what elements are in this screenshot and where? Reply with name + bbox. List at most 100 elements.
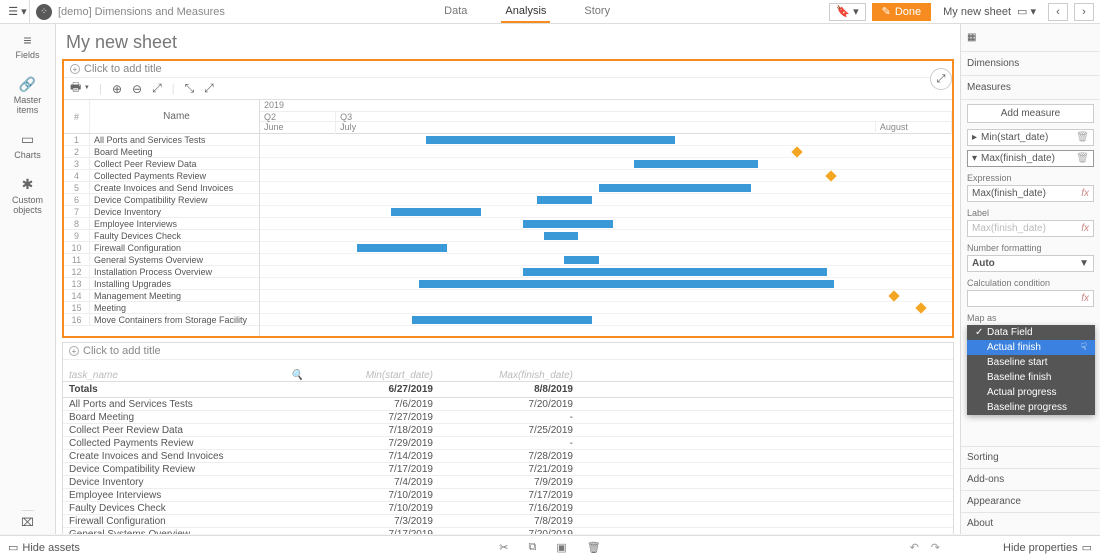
mapas-option-baseline-finish[interactable]: Baseline finish <box>967 370 1095 385</box>
assets-charts[interactable]: ▭Charts <box>0 123 55 168</box>
table-row[interactable]: Faulty Devices Check7/10/20197/16/2019 <box>63 502 953 515</box>
sorting-section[interactable]: Sorting <box>961 446 1100 468</box>
table-row[interactable]: Create Invoices and Send Invoices7/14/20… <box>63 450 953 463</box>
tab-story[interactable]: Story <box>580 1 614 23</box>
gantt-row[interactable]: 10Firewall Configuration <box>64 242 259 254</box>
delete-icon[interactable]: 🗑 <box>1076 153 1089 164</box>
fx-icon[interactable]: fx <box>1081 293 1089 304</box>
undo-icon[interactable]: ↶ <box>910 541 919 554</box>
table-row[interactable]: General Systems Overview7/17/20197/20/20… <box>63 528 953 534</box>
gantt-row[interactable]: 16Move Containers from Storage Facility <box>64 314 259 326</box>
redo-icon[interactable]: ↷ <box>931 541 940 554</box>
add-measure-button[interactable]: Add measure <box>967 104 1094 123</box>
done-button[interactable]: ✎ Done <box>872 3 932 21</box>
gantt-bar[interactable] <box>537 196 592 204</box>
mapas-option-actual-finish[interactable]: Actual finish☟ <box>967 340 1095 355</box>
milestone-diamond-icon[interactable] <box>826 170 837 181</box>
gantt-chart-object[interactable]: + Click to add title 🖶 ▾ | ⊕ ⊖ ⤢ | ⤡ ⤢ #… <box>62 59 954 338</box>
assets-fields[interactable]: ≡Fields <box>0 24 55 68</box>
print-icon[interactable]: 🖶 ▾ <box>70 78 89 99</box>
gantt-bar[interactable] <box>523 268 827 276</box>
gantt-row[interactable]: 1All Ports and Services Tests <box>64 134 259 146</box>
gantt-row[interactable]: 12Installation Process Overview <box>64 266 259 278</box>
table-row[interactable]: Employee Interviews7/10/20197/17/2019 <box>63 489 953 502</box>
gantt-row[interactable]: 11General Systems Overview <box>64 254 259 266</box>
paste-icon[interactable]: ▣ <box>556 541 566 554</box>
zoom-in-icon[interactable]: ⊕ <box>112 82 122 96</box>
measure-field-min[interactable]: ▸ Min(start_date)🗑 <box>967 129 1094 146</box>
table-col-task[interactable]: task_name <box>69 370 118 381</box>
gantt-row[interactable]: 14Management Meeting <box>64 290 259 302</box>
mapas-option-actual-progress[interactable]: Actual progress <box>967 385 1095 400</box>
measure-field-max[interactable]: ▾ Max(finish_date)🗑 <box>967 150 1094 167</box>
gantt-bar[interactable] <box>412 316 592 324</box>
table-row[interactable]: Device Compatibility Review7/17/20197/21… <box>63 463 953 476</box>
calc-input[interactable]: fx <box>967 290 1094 307</box>
table-col-max[interactable]: Max(finish_date) <box>443 370 583 381</box>
table-col-min[interactable]: Min(start_date) <box>303 370 443 381</box>
gantt-bar[interactable] <box>357 244 447 252</box>
fx-icon[interactable]: fx <box>1081 223 1089 234</box>
mapas-dropdown[interactable]: ✓Data FieldActual finish☟Baseline startB… <box>967 325 1095 415</box>
collapse-icon[interactable]: ⤢ <box>204 81 214 96</box>
sheet-title[interactable]: My new sheet <box>62 30 954 59</box>
app-icon[interactable]: ⁘ <box>36 4 52 20</box>
gantt-bar[interactable] <box>564 256 599 264</box>
milestone-diamond-icon[interactable] <box>916 302 927 313</box>
dimensions-section[interactable]: Dimensions <box>961 52 1100 76</box>
fullscreen-icon[interactable]: ⤢ <box>930 68 952 90</box>
zoom-out-icon[interactable]: ⊖ <box>132 82 142 96</box>
cut-icon[interactable]: ✂ <box>499 541 508 554</box>
gantt-row[interactable]: 9Faulty Devices Check <box>64 230 259 242</box>
tab-analysis[interactable]: Analysis <box>501 1 550 23</box>
gantt-row[interactable]: 2Board Meeting <box>64 146 259 158</box>
expand-icon[interactable]: ⤡ <box>185 81 195 96</box>
bookmark-button[interactable]: 🔖 ▾ <box>829 3 865 21</box>
table-row[interactable]: Board Meeting7/27/2019- <box>63 411 953 424</box>
chart-title-input[interactable]: + Click to add title <box>64 61 952 78</box>
gantt-row[interactable]: 3Collect Peer Review Data <box>64 158 259 170</box>
gantt-row[interactable]: 13Installing Upgrades <box>64 278 259 290</box>
gantt-bar[interactable] <box>599 184 751 192</box>
delete-icon[interactable]: 🗑 <box>1076 132 1089 143</box>
tab-data[interactable]: Data <box>440 1 471 23</box>
gantt-row[interactable]: 15Meeting <box>64 302 259 314</box>
assets-custom-objects[interactable]: ✱Custom objects <box>0 168 55 223</box>
fx-icon[interactable]: fx <box>1081 188 1089 199</box>
table-row[interactable]: Firewall Configuration7/3/20197/8/2019 <box>63 515 953 528</box>
variables-icon[interactable]: ⌧ <box>21 510 34 534</box>
delete-icon[interactable]: 🗑 <box>587 541 601 554</box>
table-row[interactable]: Device Inventory7/4/20197/9/2019 <box>63 476 953 489</box>
gantt-bar[interactable] <box>544 232 579 240</box>
next-sheet-button[interactable]: › <box>1074 3 1094 21</box>
expression-input[interactable]: Max(finish_date)fx <box>967 185 1094 202</box>
zoom-fit-icon[interactable]: ⤢ <box>152 81 162 96</box>
gantt-row[interactable]: 7Device Inventory <box>64 206 259 218</box>
hamburger-menu[interactable]: ☰ ▾ <box>6 0 30 24</box>
table-row[interactable]: Collect Peer Review Data7/18/20197/25/20… <box>63 424 953 437</box>
table-title-input[interactable]: + Click to add title <box>63 343 953 360</box>
numfmt-select[interactable]: Auto▼ <box>967 255 1094 272</box>
gantt-bar[interactable] <box>391 208 481 216</box>
gantt-bar[interactable] <box>419 280 834 288</box>
search-icon[interactable]: 🔍 <box>291 370 303 381</box>
sheet-selector[interactable]: My new sheet ▭ ▾ <box>937 5 1042 18</box>
gantt-bar[interactable] <box>523 220 613 228</box>
milestone-diamond-icon[interactable] <box>791 146 802 157</box>
addons-section[interactable]: Add-ons <box>961 468 1100 490</box>
hide-properties-button[interactable]: Hide properties ▭ <box>995 541 1100 554</box>
mapas-option-baseline-start[interactable]: Baseline start <box>967 355 1095 370</box>
label-input[interactable]: Max(finish_date)fx <box>967 220 1094 237</box>
measures-section[interactable]: Measures <box>961 76 1100 100</box>
assets-master-items[interactable]: 🔗Master items <box>0 68 55 123</box>
appearance-section[interactable]: Appearance <box>961 490 1100 512</box>
table-row[interactable]: All Ports and Services Tests7/6/20197/20… <box>63 398 953 411</box>
copy-icon[interactable]: ⧉ <box>528 541 536 554</box>
table-object[interactable]: + Click to add title task_name 🔍 Min(star… <box>62 342 954 534</box>
table-row[interactable]: Collected Payments Review7/29/2019- <box>63 437 953 450</box>
gantt-row[interactable]: 8Employee Interviews <box>64 218 259 230</box>
mapas-option-baseline-progress[interactable]: Baseline progress <box>967 400 1095 415</box>
prev-sheet-button[interactable]: ‹ <box>1048 3 1068 21</box>
table-icon[interactable]: ▦ <box>967 32 976 43</box>
gantt-bar[interactable] <box>426 136 675 144</box>
